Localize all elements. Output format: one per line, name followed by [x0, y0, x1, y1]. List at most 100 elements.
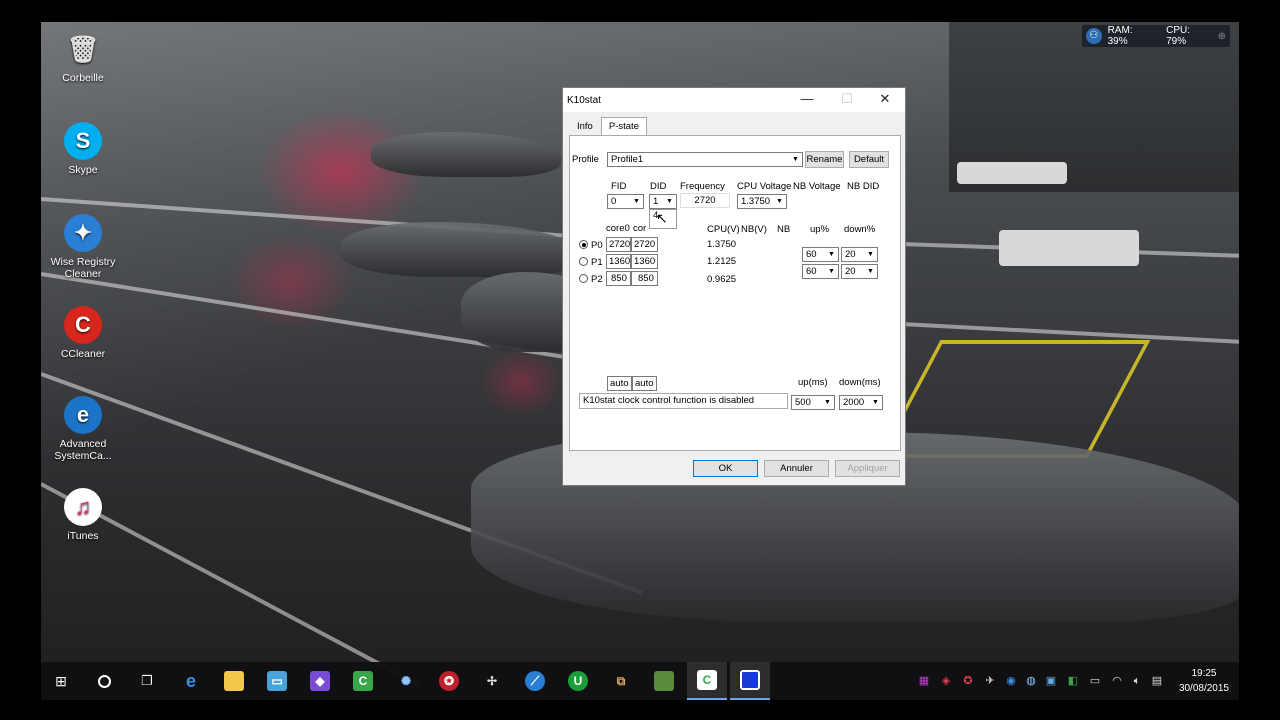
- desktop-icon-label: CCleaner: [60, 348, 106, 360]
- cancel-button[interactable]: Annuler: [764, 460, 829, 477]
- p1-label: P1: [591, 257, 603, 268]
- tray-app-icon[interactable]: ◧: [1065, 673, 1081, 689]
- chevron-down-icon: ▼: [867, 251, 874, 258]
- app-icon: ◆: [310, 671, 330, 691]
- p0-cpu-v: 1.3750: [707, 239, 737, 250]
- wise-registry-cleaner-icon: ✦: [64, 214, 102, 252]
- tray-app-icon[interactable]: ▣: [1043, 673, 1059, 689]
- p1-cpu-v: 1.2125: [707, 256, 737, 267]
- taskbar-app[interactable]: ✢: [472, 662, 512, 700]
- down-ms-select[interactable]: 2000 ▼: [839, 395, 883, 410]
- taskbar-app[interactable]: ⧉: [601, 662, 641, 700]
- rename-button[interactable]: Rename: [805, 151, 844, 168]
- p0-radio[interactable]: [579, 240, 588, 249]
- apply-button[interactable]: Appliquer: [835, 460, 900, 477]
- wallpaper-vehicle: [957, 162, 1067, 184]
- chevron-down-icon: ▼: [792, 156, 799, 163]
- tab-info[interactable]: Info: [569, 117, 601, 136]
- taskbar-k10stat[interactable]: [730, 662, 770, 700]
- taskbar-edge[interactable]: e: [171, 662, 211, 700]
- did-select[interactable]: 1 ▼: [649, 194, 677, 209]
- p1-radio[interactable]: [579, 257, 588, 266]
- tab-strip: Info P-state: [569, 117, 647, 136]
- up-percent-select[interactable]: 60 ▼: [802, 247, 839, 262]
- tab-p-state[interactable]: P-state: [600, 117, 647, 136]
- profile-select[interactable]: Profile1 ▼: [607, 152, 803, 167]
- ccleaner-icon: C: [64, 306, 102, 344]
- cortana-icon: [97, 674, 111, 688]
- mouse-cursor-icon: ↖: [656, 210, 668, 226]
- task-view-button[interactable]: ❐: [127, 662, 167, 700]
- chevron-down-icon: ▼: [824, 399, 831, 406]
- wallpaper-jet: [371, 132, 561, 177]
- resource-meter[interactable]: ⚇ RAM: 39% CPU: 79% ⊕: [1082, 25, 1230, 47]
- auto-field[interactable]: auto: [607, 376, 632, 391]
- p1-core1: 1360: [631, 254, 658, 269]
- notifications-icon[interactable]: ▤: [1149, 673, 1165, 689]
- task-view-icon: ❐: [141, 673, 153, 688]
- taskbar-app[interactable]: ✪: [429, 662, 469, 700]
- desktop-icon-label: Skype: [68, 164, 98, 176]
- taskbar-minecraft[interactable]: [644, 662, 684, 700]
- app-icon: ✺: [400, 674, 412, 688]
- desktop-icon-itunes[interactable]: ♫ iTunes: [41, 488, 125, 542]
- up-percent-select[interactable]: 60 ▼: [802, 264, 839, 279]
- tray-app-icon[interactable]: ▦: [916, 673, 932, 689]
- down-percent-select[interactable]: 20 ▼: [841, 247, 878, 262]
- tray-app-icon[interactable]: ◍: [1023, 673, 1039, 689]
- taskbar-camtasia[interactable]: C: [343, 662, 383, 700]
- camtasia-icon: C: [353, 671, 373, 691]
- start-button[interactable]: ⊞: [41, 662, 81, 700]
- tray-app-icon[interactable]: ✈: [982, 673, 998, 689]
- up-ms-label: up(ms): [798, 377, 828, 388]
- p2-radio[interactable]: [579, 274, 588, 283]
- recycle-bin-icon: 🗑: [66, 34, 100, 64]
- p-state-panel: Profile Profile1 ▼ Rename Default FID DI…: [569, 135, 901, 451]
- up-ms-select[interactable]: 500 ▼: [791, 395, 835, 410]
- fid-select[interactable]: 0 ▼: [607, 194, 644, 209]
- desktop-icon-wise-registry-cleaner[interactable]: ✦ Wise Registry Cleaner: [41, 214, 125, 280]
- ram-usage: RAM: 39%: [1107, 25, 1133, 47]
- desktop-icon-skype[interactable]: S Skype: [41, 122, 125, 176]
- maximize-icon[interactable]: ☐: [827, 88, 867, 112]
- battery-icon[interactable]: ▭: [1087, 673, 1103, 689]
- down-percent-select[interactable]: 20 ▼: [841, 264, 878, 279]
- taskbar-app[interactable]: ◆: [300, 662, 340, 700]
- app-icon: ✢: [486, 674, 498, 688]
- app-icon: ⟋: [525, 671, 545, 691]
- down-percent-value: 20: [845, 249, 856, 260]
- app-icon: ✪: [439, 671, 459, 691]
- cortana-button[interactable]: [84, 662, 124, 700]
- up-percent-value: 60: [806, 249, 817, 260]
- wifi-icon[interactable]: ◠: [1109, 673, 1125, 689]
- cpu-voltage-select[interactable]: 1.3750 ▼: [737, 194, 787, 209]
- taskbar-app[interactable]: ✺: [386, 662, 426, 700]
- expand-icon[interactable]: ⊕: [1218, 31, 1226, 42]
- taskbar-camtasia-recorder[interactable]: C: [687, 662, 727, 700]
- desktop-icon-ccleaner[interactable]: C CCleaner: [41, 306, 125, 360]
- chevron-down-icon: ▼: [828, 251, 835, 258]
- tray-app-icon[interactable]: ✪: [960, 673, 976, 689]
- tray-app-icon[interactable]: ◈: [938, 673, 954, 689]
- minimize-icon[interactable]: —: [787, 88, 827, 112]
- window-titlebar[interactable]: K10stat — ☐ ✕: [563, 88, 905, 112]
- desktop-icon-advanced-systemcare[interactable]: e Advanced SystemCa...: [41, 396, 125, 462]
- clock-time: 19:25: [1191, 668, 1217, 679]
- auto-field[interactable]: auto: [632, 376, 657, 391]
- default-button[interactable]: Default: [849, 151, 889, 168]
- desktop-icon-label: Advanced SystemCa...: [54, 438, 112, 462]
- fid-value: 0: [611, 196, 617, 207]
- desktop-icon-label: Wise Registry Cleaner: [50, 256, 116, 280]
- clock[interactable]: 19:25 30/08/2015: [1179, 666, 1229, 696]
- profile-value: Profile1: [611, 154, 644, 165]
- taskbar-app[interactable]: ▭: [257, 662, 297, 700]
- desktop-icon-recycle-bin[interactable]: 🗑 Corbeille: [41, 30, 125, 84]
- taskbar-app[interactable]: ⟋: [515, 662, 555, 700]
- tray-app-icon[interactable]: ◉: [1003, 673, 1019, 689]
- taskbar-file-explorer[interactable]: [214, 662, 254, 700]
- ok-button[interactable]: OK: [693, 460, 758, 477]
- close-icon[interactable]: ✕: [865, 88, 905, 112]
- taskbar-app[interactable]: U: [558, 662, 598, 700]
- p2-core1: 850: [631, 271, 658, 286]
- volume-icon[interactable]: 🔈︎: [1129, 673, 1145, 689]
